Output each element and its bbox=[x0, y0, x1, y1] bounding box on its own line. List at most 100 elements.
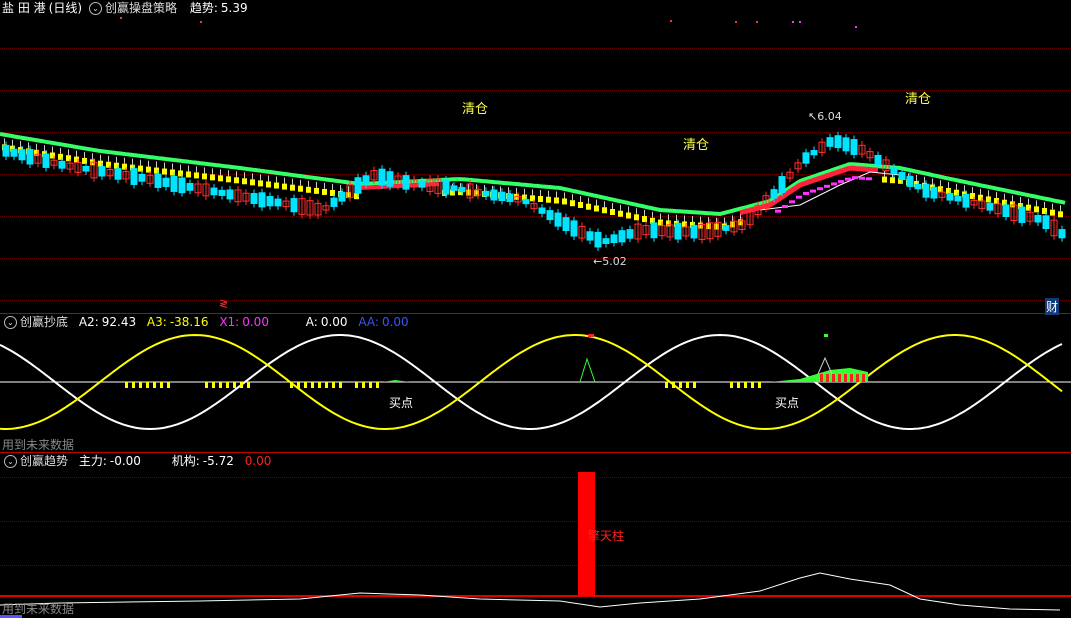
candle-body bbox=[258, 192, 266, 208]
band-bar bbox=[298, 185, 303, 192]
signal-tick bbox=[792, 21, 794, 23]
peak-marker-dot bbox=[824, 334, 828, 337]
peak-marker bbox=[579, 357, 596, 383]
signal-area bbox=[383, 380, 410, 382]
band-bar bbox=[234, 177, 239, 184]
signal-bar bbox=[247, 382, 250, 388]
band-bar bbox=[586, 203, 591, 210]
support-step bbox=[845, 177, 851, 181]
band-bar bbox=[162, 168, 167, 175]
support-step bbox=[838, 180, 844, 184]
support-step bbox=[810, 189, 816, 193]
candle-body bbox=[130, 168, 138, 185]
candle-body bbox=[930, 186, 938, 199]
clear-position-label-2: 清仓 bbox=[683, 138, 710, 153]
settings-circle-icon[interactable]: ⌄ bbox=[4, 316, 17, 329]
band-bar bbox=[218, 175, 223, 182]
settings-circle-icon[interactable]: ⌄ bbox=[89, 2, 103, 15]
signal-bar bbox=[758, 382, 761, 388]
candle-body bbox=[338, 191, 346, 202]
candle-body bbox=[498, 191, 506, 202]
candle-body bbox=[594, 231, 602, 248]
main-chart-panel[interactable]: 盐 田 港 (日线) ⌄ 创赢操盘策略 趋势: 5.39 清仓 清仓 清仓 ↖6.04 … bbox=[0, 0, 1071, 315]
candle-body bbox=[18, 149, 26, 161]
band-bar bbox=[186, 171, 191, 178]
band-bar bbox=[890, 177, 895, 184]
support-step bbox=[831, 182, 837, 186]
candlestick-chart[interactable] bbox=[0, 0, 1071, 313]
band-bar bbox=[314, 187, 319, 194]
candle-body bbox=[482, 190, 490, 197]
support-step bbox=[817, 187, 823, 191]
band-bar bbox=[1034, 206, 1039, 213]
signal-bar bbox=[226, 382, 229, 388]
indicator-name[interactable]: 创赢操盘策略 bbox=[105, 1, 177, 15]
sub1-header: ⌄ 创赢抄底 A2: 92.43 A3: -38.16 X1: 0.00 A: 0.00 … bbox=[0, 314, 412, 330]
signal-bar bbox=[325, 382, 328, 388]
signal-bar bbox=[751, 382, 754, 388]
candle-body bbox=[82, 165, 90, 172]
band-bar bbox=[882, 176, 887, 183]
indicator-name[interactable]: 创赢抄底 bbox=[20, 315, 68, 329]
future-data-note: 用到未来数据 bbox=[2, 602, 75, 616]
candle-body bbox=[26, 148, 34, 165]
trend-panel[interactable]: ⌄ 创赢趋势 主力: -0.00 机构: -5.72 0.00 擎天柱 用到未来数据 bbox=[0, 453, 1071, 618]
indicator-name[interactable]: 创赢趋势 bbox=[20, 454, 68, 468]
candle-body bbox=[330, 197, 338, 207]
signal-tick bbox=[756, 21, 758, 23]
band-bar bbox=[594, 205, 599, 212]
signal-bar bbox=[665, 382, 668, 388]
candle-body bbox=[986, 202, 994, 211]
candle-body bbox=[914, 184, 922, 190]
signal-bar bbox=[212, 382, 215, 388]
band-bar bbox=[306, 186, 311, 193]
band-bar bbox=[538, 196, 543, 203]
band-bar bbox=[634, 214, 639, 221]
candle-body bbox=[850, 139, 858, 155]
candle-body bbox=[506, 193, 514, 203]
band-bar bbox=[290, 184, 295, 191]
signal-bar bbox=[311, 382, 314, 388]
signal-bar bbox=[355, 382, 358, 388]
settings-circle-icon[interactable]: ⌄ bbox=[4, 455, 17, 468]
candle-body bbox=[226, 189, 234, 200]
band-bar bbox=[1050, 209, 1055, 216]
candle-body bbox=[802, 152, 810, 164]
candle-body bbox=[386, 171, 394, 187]
bottom-signal-panel[interactable]: ⌄ 创赢抄底 A2: 92.43 A3: -38.16 X1: 0.00 A: 0.00 … bbox=[0, 314, 1071, 452]
stock-name: 盐 田 港 bbox=[2, 1, 46, 15]
signal-bar bbox=[125, 382, 128, 388]
candle-body bbox=[906, 175, 914, 187]
band-bar bbox=[1058, 211, 1063, 218]
support-step bbox=[824, 184, 830, 188]
main-header: 盐 田 港 (日线) ⌄ 创赢操盘策略 趋势: 5.39 bbox=[0, 0, 251, 16]
candle-body bbox=[954, 196, 962, 202]
candle-body bbox=[1002, 204, 1010, 218]
support-step bbox=[859, 176, 865, 180]
signal-tick bbox=[855, 26, 857, 28]
signal-bar-red bbox=[820, 374, 823, 382]
candle-body bbox=[570, 220, 578, 237]
band-bar bbox=[266, 181, 271, 188]
candle-body bbox=[186, 182, 194, 191]
signal-bar bbox=[369, 382, 372, 388]
support-step bbox=[789, 200, 795, 204]
candle-body bbox=[778, 176, 786, 193]
trend-label: 趋势: bbox=[189, 1, 218, 15]
candle-body bbox=[586, 231, 594, 241]
extra-value: 0.00 bbox=[244, 454, 272, 468]
period-label: (日线) bbox=[48, 1, 83, 15]
band-bar bbox=[250, 179, 255, 186]
band-bar bbox=[562, 198, 567, 205]
signal-tick bbox=[200, 21, 202, 23]
candle-body bbox=[522, 199, 530, 205]
candle-body bbox=[162, 177, 170, 187]
candle-body bbox=[274, 198, 282, 207]
main-force-label: 主力: bbox=[78, 454, 107, 468]
signal-bar bbox=[290, 382, 293, 388]
trend-chart[interactable] bbox=[0, 453, 1071, 618]
oscillator-chart[interactable] bbox=[0, 314, 1071, 452]
signal-bar-red bbox=[832, 374, 835, 382]
signal-bar bbox=[132, 382, 135, 388]
candle-body bbox=[98, 166, 106, 177]
